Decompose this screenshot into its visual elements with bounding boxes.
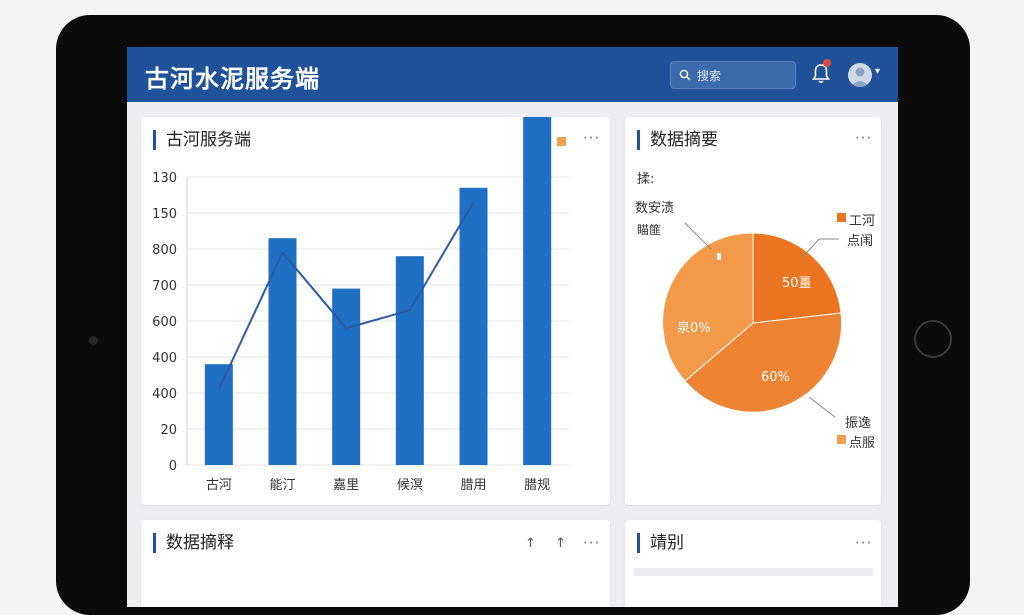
x-tick-label: 候溟 [397,478,423,493]
pie-slice-label: 60% [761,370,790,385]
table-row [633,568,873,576]
bar [395,256,424,465]
bar-chart-card: 古河服务端 ··· 0 20 400 400 600 700 800 150 130 古河 能汀 嘉里… [141,117,610,505]
pie-slice-label: 泉0% [677,321,711,336]
user-icon [851,67,869,87]
search-box[interactable] [670,61,796,89]
pie-chart [662,222,843,418]
y-tick-label: 800 [152,243,177,258]
sort-up-icon[interactable]: ↑ [525,536,536,551]
y-tick-label: 130 [152,171,177,186]
app-screen: 古河水泥服务端 ▾ 古河服务端 ··· 02040040060070080015… [127,47,898,607]
label-leader-line [808,396,836,418]
more-menu-icon[interactable]: ··· [583,534,600,552]
search-icon [679,69,691,81]
bar [459,187,488,466]
chevron-down-icon[interactable]: ▾ [875,66,880,77]
pie-slice-label: 50畺 [782,276,812,291]
avatar[interactable] [848,63,872,87]
sort-up-icon[interactable]: ↑ [555,536,566,551]
y-tick-label: 0 [169,459,177,474]
y-tick-label: 700 [152,279,177,294]
y-tick-label: 150 [152,207,177,222]
x-tick-label: 古河 [206,478,232,493]
y-tick-label: 20 [160,423,177,438]
pie-chart-card: 数据摘要 ··· 揉: 数安渍 瞄篚 工河 点闱 振逸 点服 50畺 泉0% 6… [625,117,881,505]
card-title: 靖别 [637,533,684,553]
search-input[interactable] [695,66,794,86]
x-tick-label: 嘉里 [333,478,359,493]
x-tick-label: 腊用 [460,478,486,493]
bar-chart: 0 20 400 400 600 700 800 150 130 古河 能汀 嘉里 候溟 腊用 腊规 [152,117,569,493]
top-bar: 古河水泥服务端 ▾ [127,47,898,102]
slice-marker [717,253,721,260]
x-tick-label: 腊规 [524,478,550,493]
label-leader-line [684,222,712,250]
more-menu-icon[interactable]: ··· [855,534,872,552]
detail-card: 靖别 ··· [625,520,881,607]
notification-badge [823,59,831,67]
bar [204,364,233,465]
app-title: 古河水泥服务端 [145,65,320,93]
summary-card: 数据摘释 ↑ ↑ ··· [141,520,610,607]
tablet-home-button[interactable] [914,320,952,358]
y-tick-label: 400 [152,387,177,402]
y-tick-label: 600 [152,315,177,330]
card-title: 数据摘释 [153,533,234,553]
bar [523,117,552,466]
y-tick-label: 400 [152,351,177,366]
tablet-camera [89,336,98,345]
x-tick-label: 能汀 [269,478,295,493]
